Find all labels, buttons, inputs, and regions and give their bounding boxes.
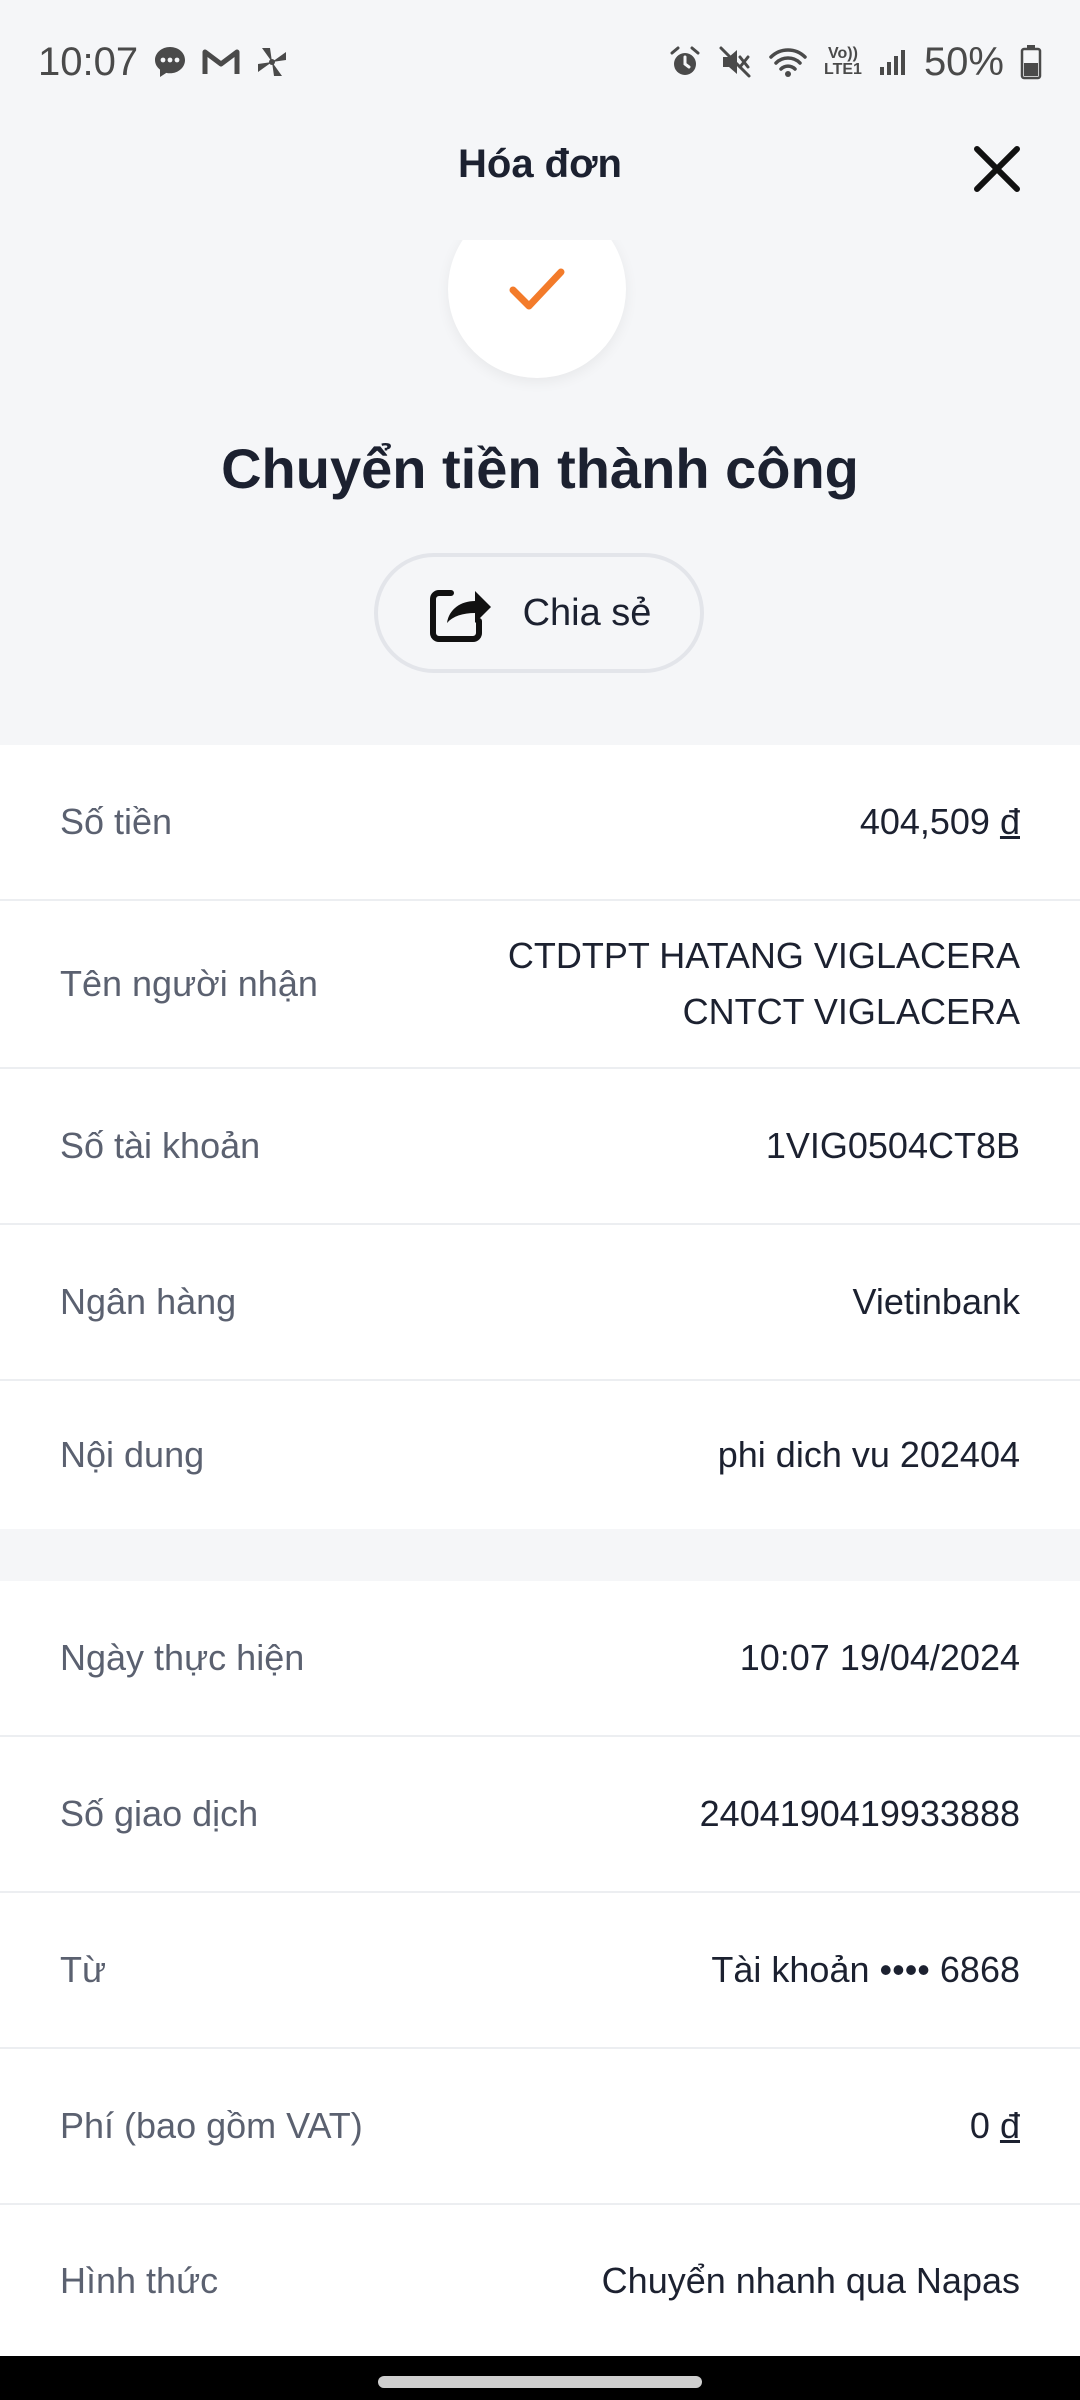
detail-label: Từ [60,1949,107,1990]
signal-icon [878,47,908,77]
chat-bubble-icon [152,44,188,80]
currency-symbol: đ [999,2105,1020,2146]
home-handle[interactable] [378,2376,702,2388]
share-button[interactable]: Chia sẻ [374,553,704,673]
detail-label: Ngân hàng [60,1281,237,1322]
detail-row-from: Từ Tài khoản •••• 6868 [0,1893,1080,2049]
detail-row-account: Số tài khoản 1VIG0504CT8B [0,1069,1080,1225]
detail-row-amount: Số tiền 404,509 đ [0,745,1080,901]
navigation-bar [0,2356,1080,2400]
detail-label: Tên người nhận [60,963,318,1004]
detail-label: Nội dung [60,1434,205,1475]
status-time: 10:07 [38,39,139,84]
detail-label: Phí (bao gồm VAT) [60,2105,363,2146]
battery-percent: 50% [923,39,1004,84]
from-account-value: Tài khoản •••• 6868 [711,1949,1020,1990]
detail-row-content: Nội dung phi dich vu 202404 [0,1381,1080,1529]
currency-symbol: đ [999,801,1020,842]
pinwheel-icon [254,44,290,80]
share-label: Chia sẻ [522,591,652,634]
mute-icon [718,45,752,79]
checkmark-icon [509,268,565,310]
share-icon [429,590,491,642]
transaction-id-value: 2404190419933888 [699,1793,1020,1834]
detail-label: Số giao dịch [60,1793,259,1834]
success-title: Chuyển tiền thành công [221,437,859,500]
status-bar: 10:07 Vo)) LTE1 50% [0,0,1080,124]
detail-label: Hình thức [60,2259,219,2301]
page-title: Hóa đơn [458,142,622,186]
detail-row-method: Hình thức Chuyển nhanh qua Napas [0,2205,1080,2356]
lte-icon: Vo)) LTE1 [824,45,862,78]
recipient-value: CTDTPT HATANG VIGLACERA CNTCT VIGLACERA [507,935,1020,1032]
detail-row-transaction-id: Số giao dịch 2404190419933888 [0,1737,1080,1893]
gmail-icon [202,47,240,77]
detail-label: Ngày thực hiện [60,1637,305,1678]
detail-label: Số tài khoản [60,1125,261,1166]
fee-value: 0 đ [969,2105,1020,2146]
date-value: 10:07 19/04/2024 [739,1637,1020,1678]
status-left: 10:07 [38,40,290,85]
close-button[interactable] [962,134,1032,204]
wifi-icon [768,45,808,79]
method-value: Chuyển nhanh qua Napas [601,2259,1020,2301]
transaction-info-card: Ngày thực hiện 10:07 19/04/2024 Số giao … [0,1581,1080,2356]
account-value: 1VIG0504CT8B [765,1125,1020,1166]
status-right: Vo)) LTE1 50% [668,40,1042,85]
detail-row-bank: Ngân hàng Vietinbank [0,1225,1080,1381]
detail-row-recipient: Tên người nhận CTDTPT HATANG VIGLACERA C… [0,901,1080,1069]
bank-value: Vietinbank [852,1281,1020,1322]
content-value: phi dich vu 202404 [717,1434,1020,1475]
close-icon [974,146,1020,192]
alarm-icon [668,45,702,79]
detail-row-fee: Phí (bao gồm VAT) 0 đ [0,2049,1080,2205]
detail-row-date: Ngày thực hiện 10:07 19/04/2024 [0,1581,1080,1737]
transfer-details-card: Số tiền 404,509 đ Tên người nhận CTDTPT … [0,745,1080,1529]
detail-label: Số tiền [60,801,173,842]
header-overlap [420,190,660,240]
amount-value: 404,509 đ [859,801,1020,842]
battery-icon [1020,44,1042,80]
